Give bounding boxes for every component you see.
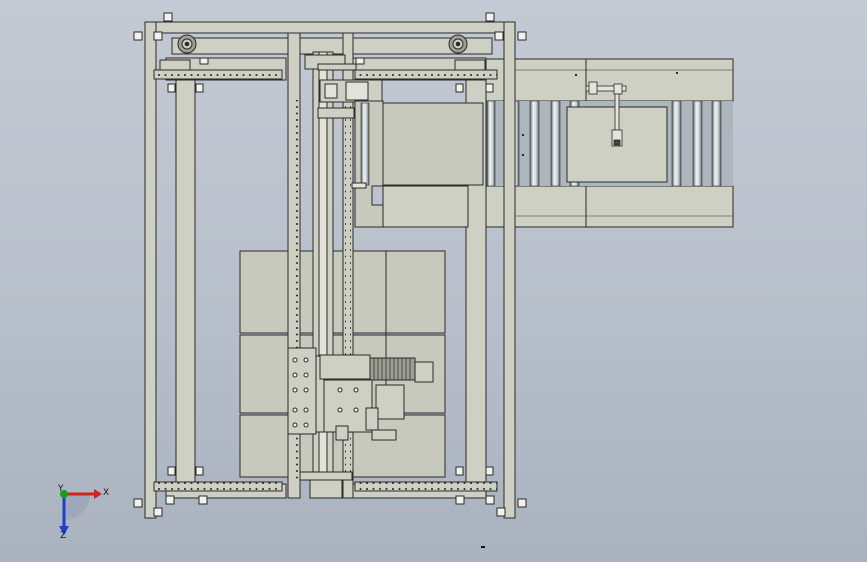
triad-y-label: Y: [58, 484, 64, 494]
frame-left-post: [144, 21, 157, 519]
triad-x-label: X: [103, 488, 110, 498]
triad-z-label: Z: [60, 531, 67, 541]
cursor-marker: [481, 546, 485, 548]
frame-right-post: [503, 21, 516, 519]
frame-top-beam: [145, 21, 516, 34]
frame-inner-left-post: [175, 77, 196, 499]
timing-pulley-left: [177, 34, 197, 54]
timing-pulley-right: [448, 34, 468, 54]
triad-origin-shadow: [64, 494, 90, 520]
cad-viewport[interactable]: [0, 0, 867, 562]
triad-x-arrow-icon: [94, 489, 102, 499]
